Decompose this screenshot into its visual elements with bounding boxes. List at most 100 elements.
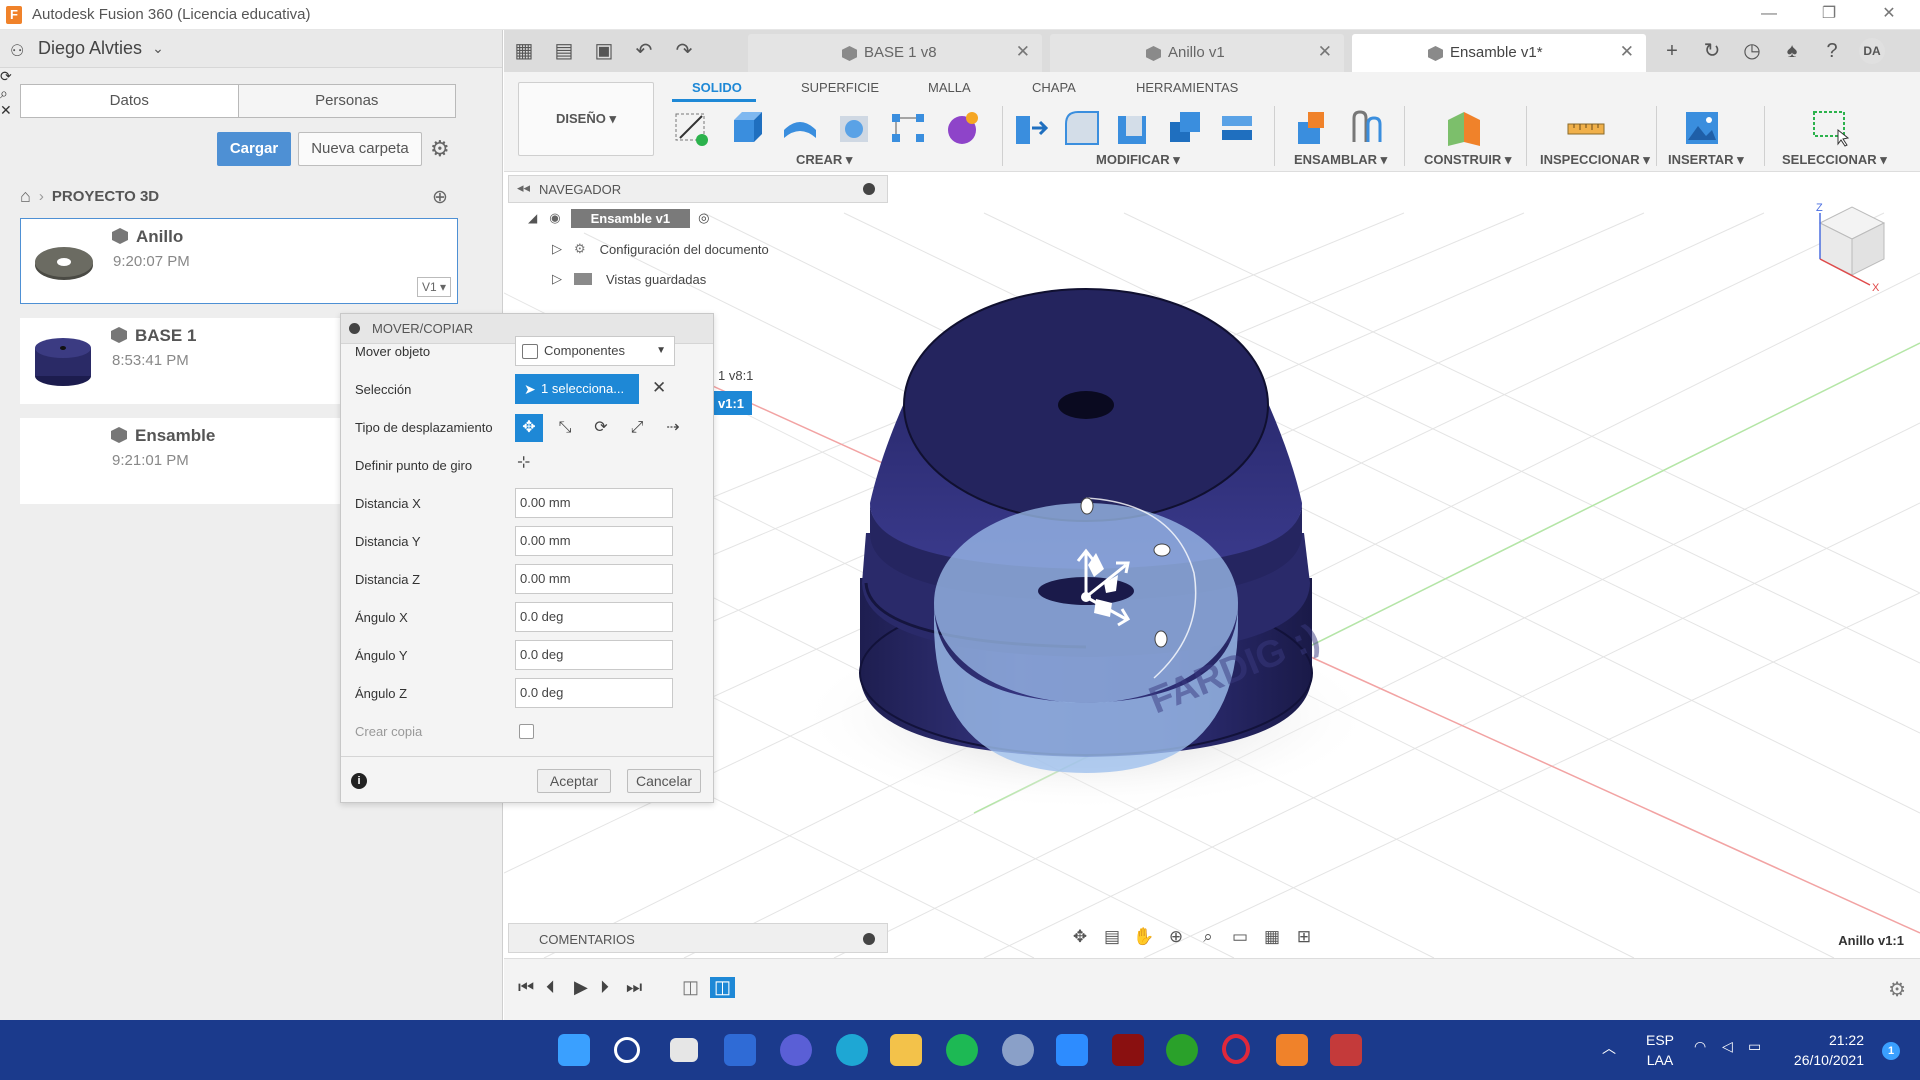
distance-z-input[interactable]: 0.00 mm — [515, 564, 673, 594]
user-name[interactable]: Diego Alvties — [38, 38, 142, 59]
extrude-icon[interactable] — [726, 108, 766, 148]
expand-triangle-icon[interactable]: ▷ — [552, 241, 562, 257]
new-component-icon[interactable] — [1294, 108, 1334, 148]
show-hidden-icons-icon[interactable]: ︿ — [1602, 1038, 1616, 1058]
chevron-down-icon[interactable]: ⌄ — [152, 40, 164, 57]
task-view-icon[interactable] — [670, 1038, 698, 1062]
zoom-video-icon[interactable] — [1056, 1034, 1088, 1066]
file-explorer-icon[interactable] — [890, 1034, 922, 1066]
clear-selection-icon[interactable]: ✕ — [652, 378, 666, 398]
point-to-point-icon[interactable]: ⤢ — [623, 414, 651, 442]
globe-icon[interactable]: ⊕ — [432, 186, 448, 209]
tab-malla[interactable]: MALLA — [928, 80, 971, 95]
help-icon[interactable]: ? — [1812, 36, 1852, 66]
refresh-icon[interactable]: ⟳ — [0, 68, 502, 85]
save-icon[interactable]: ▣ — [584, 36, 624, 66]
modify-group-label[interactable]: MODIFICAR ▾ — [1096, 152, 1180, 168]
angle-y-input[interactable]: 0.0 deg — [515, 640, 673, 670]
navigator-pin-icon[interactable] — [863, 183, 875, 195]
tab-base1[interactable]: BASE 1 v8 ✕ — [748, 34, 1042, 72]
extensions-icon[interactable]: ↻ — [1692, 36, 1732, 66]
user-avatar[interactable]: DA — [1852, 36, 1892, 66]
zoom-icon[interactable]: ⊕ — [1160, 927, 1192, 951]
press-pull-icon[interactable] — [1010, 108, 1050, 148]
ok-button[interactable]: Aceptar — [537, 769, 611, 793]
distance-x-input[interactable]: 0.00 mm — [515, 488, 673, 518]
expand-triangle-icon[interactable]: ▷ — [552, 271, 562, 287]
activate-radio-icon[interactable]: ◎ — [698, 210, 709, 226]
create-form-icon[interactable] — [942, 108, 982, 148]
revolve-icon[interactable] — [780, 108, 820, 148]
file-menu-icon[interactable]: ▤ — [544, 36, 584, 66]
collapse-dialog-icon[interactable] — [349, 323, 360, 334]
grid-settings-icon[interactable]: ▦ — [1256, 927, 1288, 951]
tab-ensamble[interactable]: Ensamble v1* ✕ — [1352, 34, 1646, 72]
offset-plane-icon[interactable] — [1444, 108, 1484, 148]
tab-personas[interactable]: Personas — [237, 85, 455, 117]
edge-browser-icon[interactable] — [836, 1034, 868, 1066]
sweep-icon[interactable] — [834, 108, 874, 148]
viewports-icon[interactable]: ⊞ — [1288, 927, 1320, 951]
teams-chat-icon[interactable] — [780, 1034, 812, 1066]
close-tab-icon[interactable]: ✕ — [1016, 42, 1030, 62]
go-to-start-icon[interactable]: ⏮ — [518, 977, 534, 998]
settings-gear-icon[interactable]: ⚙ — [430, 136, 450, 162]
tab-solido[interactable]: SOLIDO — [692, 80, 742, 95]
step-back-icon[interactable]: ⏴ — [546, 977, 555, 998]
selection-button[interactable]: ➤ 1 selecciona... — [515, 374, 639, 404]
workspace-switcher[interactable]: DISEÑO ▾ — [518, 82, 654, 156]
fillet-icon[interactable] — [1062, 108, 1102, 148]
view-cube[interactable]: Z X — [1800, 193, 1900, 293]
angle-z-input[interactable]: 0.0 deg — [515, 678, 673, 708]
play-icon[interactable]: ▶ — [574, 977, 588, 998]
cancel-button[interactable]: Cancelar — [627, 769, 701, 793]
clock[interactable]: 21:22 26/10/2021 — [1794, 1030, 1864, 1070]
timeline-settings-gear-icon[interactable]: ⚙ — [1888, 977, 1906, 1002]
redo-icon[interactable]: ↷ — [664, 36, 704, 66]
create-sketch-icon[interactable] — [672, 108, 712, 148]
tree-root[interactable]: ◢ ◉ Ensamble v1 ◎ — [528, 206, 709, 230]
job-status-icon[interactable]: ◷ — [1732, 36, 1772, 66]
opera-browser-icon[interactable] — [1222, 1034, 1250, 1064]
collapse-navigator-icon[interactable]: ◂◂ — [517, 180, 530, 196]
add-comment-icon[interactable] — [863, 933, 875, 945]
fit-zoom-icon[interactable]: ⌕ — [1192, 927, 1224, 951]
close-tab-icon[interactable]: ✕ — [1318, 42, 1332, 62]
breadcrumb-project[interactable]: PROYECTO 3D — [52, 188, 159, 205]
settings-gear-icon[interactable] — [1002, 1034, 1034, 1066]
measure-icon[interactable] — [1566, 108, 1606, 148]
go-to-end-icon[interactable]: ⏭ — [626, 977, 642, 998]
tab-herramientas[interactable]: HERRAMIENTAS — [1136, 80, 1238, 95]
pan-hand-icon[interactable]: ✋ — [1128, 927, 1160, 951]
new-tab-icon[interactable]: + — [1652, 36, 1692, 66]
step-forward-icon[interactable]: ⏵ — [600, 977, 609, 998]
inspect-group-label[interactable]: INSPECCIONAR ▾ — [1540, 152, 1650, 168]
tab-anillo[interactable]: Anillo v1 ✕ — [1050, 34, 1344, 72]
select-window-icon[interactable] — [1810, 108, 1850, 148]
tree-item-selected[interactable]: v1:1 — [710, 391, 753, 415]
xbox-icon[interactable] — [1166, 1034, 1198, 1066]
timeline-feature-icon[interactable]: ◫ — [682, 977, 699, 998]
volume-icon[interactable]: ◁ — [1722, 1038, 1733, 1055]
shell-icon[interactable] — [1114, 108, 1154, 148]
tab-chapa[interactable]: CHAPA — [1032, 80, 1076, 95]
expand-triangle-icon[interactable]: ◢ — [528, 211, 537, 225]
restore-button[interactable]: ❐ — [1806, 0, 1852, 30]
file-card-anillo[interactable]: Anillo 9:20:07 PM V1 ▾ — [20, 218, 458, 304]
tab-datos[interactable]: Datos — [21, 85, 238, 117]
set-pivot-icon[interactable]: ⊹ — [517, 452, 530, 472]
scene-canvas[interactable]: FARDIG :) — [504, 173, 1920, 958]
display-settings-icon[interactable]: ▭ — [1224, 927, 1256, 951]
tab-superficie[interactable]: SUPERFICIE — [801, 80, 879, 95]
start-windows-icon[interactable] — [558, 1034, 590, 1066]
battery-icon[interactable]: ▭ — [1748, 1038, 1761, 1055]
free-move-icon[interactable]: ✥ — [515, 414, 543, 442]
visibility-eye-icon[interactable]: ◉ — [549, 210, 560, 226]
wifi-icon[interactable]: ◠ — [1694, 1038, 1706, 1055]
move-object-select[interactable]: Componentes ▼ — [515, 336, 675, 366]
notification-badge[interactable]: 1 — [1882, 1042, 1900, 1060]
language-indicator[interactable]: ESP LAA — [1646, 1030, 1674, 1070]
tree-item[interactable]: ▷ Vistas guardadas — [552, 267, 706, 291]
rectangle-pattern-icon[interactable] — [888, 108, 928, 148]
look-at-icon[interactable]: ▤ — [1096, 927, 1128, 951]
